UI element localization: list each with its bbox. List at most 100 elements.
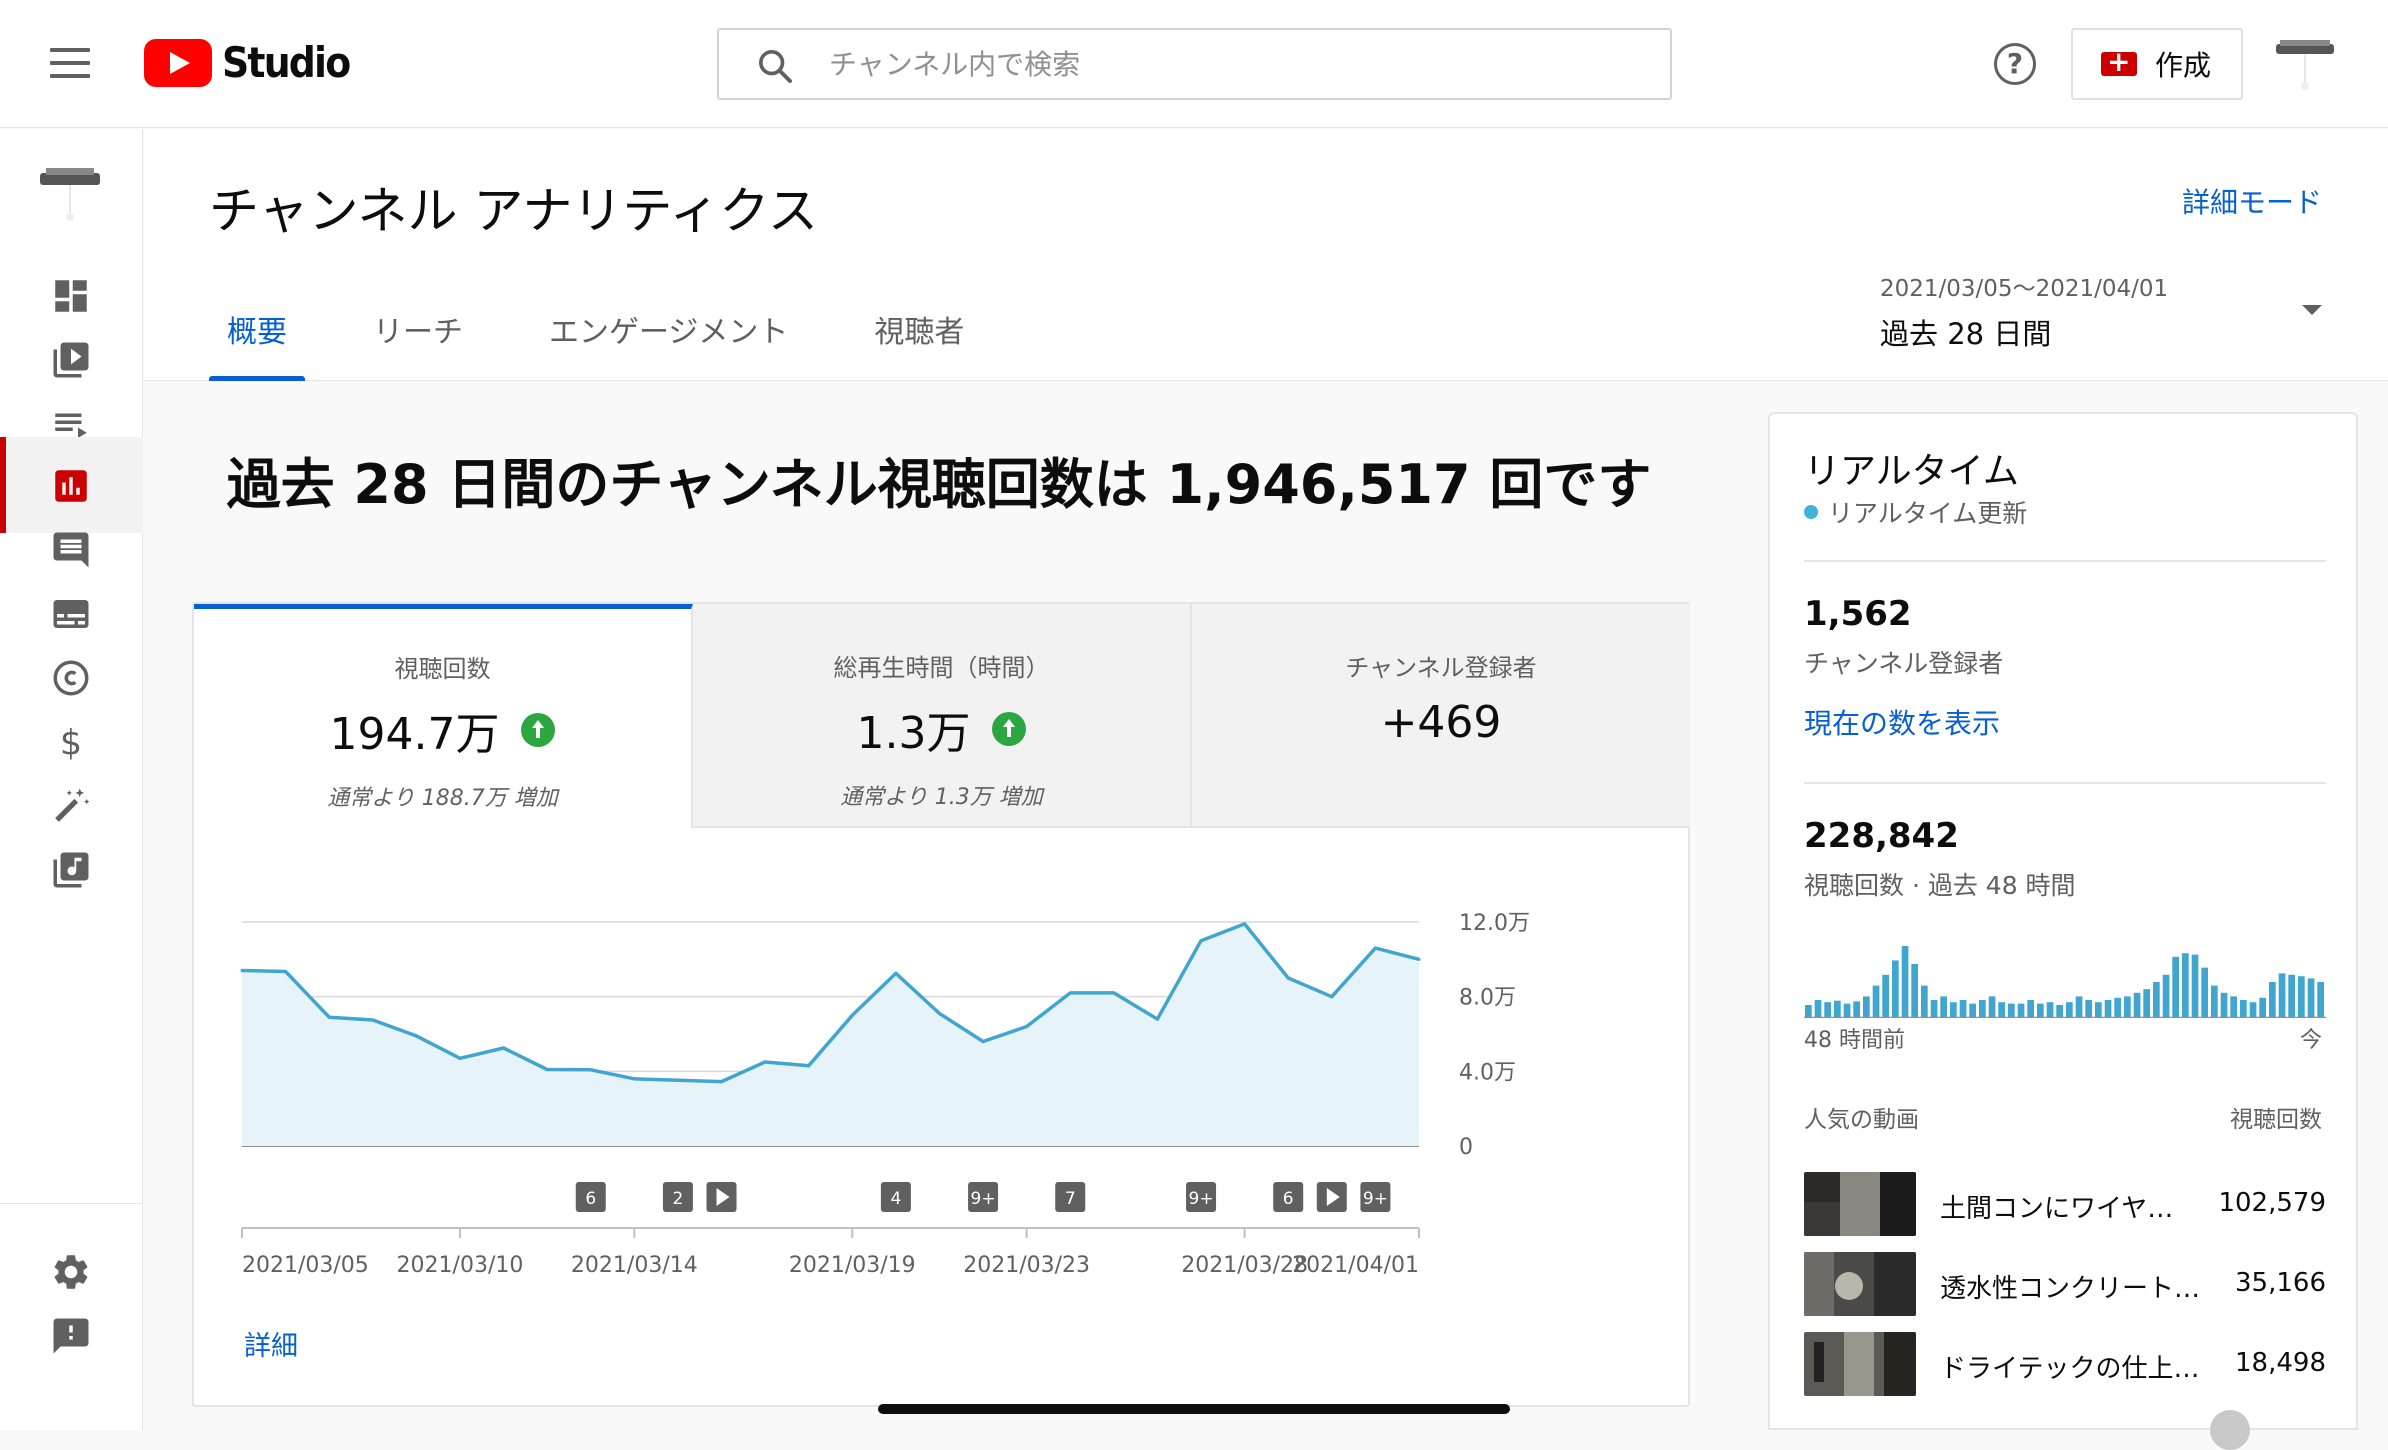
- realtime-bar: [1979, 1000, 1986, 1018]
- date-range-text: 2021/03/05〜2021/04/01: [1880, 276, 2169, 302]
- scrollbar-thumb[interactable]: [2210, 1410, 2250, 1450]
- x-tick-label: 2021/03/05: [242, 1253, 369, 1278]
- data-point: [676, 1078, 680, 1082]
- data-point: [284, 969, 288, 973]
- realtime-bar: [1940, 996, 1947, 1018]
- sidebar-item-feedback[interactable]: [0, 1287, 143, 1383]
- realtime-bar: [2288, 974, 2295, 1018]
- data-point: [589, 1068, 593, 1072]
- upload-marker-count: 9+: [1363, 1189, 1388, 1209]
- data-point: [545, 1067, 549, 1071]
- date-range-selector[interactable]: 2021/03/05〜2021/04/01 過去 28 日間: [1880, 269, 2340, 353]
- realtime-bar: [1921, 985, 1928, 1018]
- analytics-tabs: 概要 リーチ エンゲージメント 視聴者: [209, 307, 1032, 381]
- realtime-bar: [1911, 964, 1918, 1018]
- data-point: [1330, 995, 1334, 999]
- data-point: [458, 1056, 462, 1060]
- show-current-count-link[interactable]: 現在の数を表示: [1804, 702, 2000, 742]
- youtube-logo-icon: [144, 38, 212, 87]
- realtime-bar: [1834, 1000, 1841, 1018]
- x-tick-label: 2021/03/19: [789, 1253, 916, 1278]
- realtime-bar: [1843, 1003, 1851, 1018]
- video-title: 透水性コンクリート…: [1940, 1274, 2201, 1304]
- realtime-bar: [2104, 1000, 2112, 1018]
- realtime-bar: [2162, 974, 2170, 1018]
- realtime-bar: [2211, 985, 2218, 1018]
- tab-audience[interactable]: 視聴者: [856, 307, 982, 381]
- music-library-icon: [53, 852, 89, 888]
- realtime-bar: [1882, 974, 1889, 1018]
- realtime-bar: [2095, 1002, 2102, 1018]
- y-tick-label: 12.0万: [1459, 911, 1530, 936]
- tab-overview[interactable]: 概要: [209, 307, 305, 381]
- date-range-label: 過去 28 日間: [1880, 317, 2052, 351]
- upload-marker-count: 4: [890, 1189, 901, 1209]
- video-thumbnail: [1804, 1252, 1916, 1316]
- data-point: [807, 1064, 811, 1068]
- realtime-bar: [1805, 1005, 1812, 1018]
- see-more-link[interactable]: 詳細: [244, 1324, 298, 1363]
- views-header: 視聴回数: [2230, 1107, 2322, 1133]
- realtime-axis-end: 今: [2299, 1028, 2322, 1053]
- account-avatar[interactable]: [2272, 36, 2338, 92]
- divider: [1804, 782, 2326, 784]
- create-video-icon: [2101, 45, 2137, 78]
- realtime-bar: [1930, 1000, 1938, 1018]
- sidebar-item-audio-library[interactable]: [0, 821, 143, 917]
- realtime-bar: [2124, 996, 2131, 1018]
- data-point: [240, 969, 244, 973]
- live-dot-icon: [1804, 505, 1818, 519]
- realtime-bar: [2269, 982, 2276, 1018]
- views-chart: 12.0万 8.0万 4.0万 0 6 2 4 9+ 7 9+ 6 9+ 2021/03/05 2021/…: [240, 911, 1530, 1278]
- top-video-row[interactable]: 透水性コンクリート… 35,166: [1804, 1252, 2326, 1316]
- data-point: [502, 1046, 506, 1050]
- search-input[interactable]: [829, 30, 1649, 98]
- realtime-bar: [2114, 997, 2121, 1018]
- realtime-bar: [1872, 985, 1880, 1018]
- channel-avatar[interactable]: [36, 163, 104, 223]
- realtime-subtitle: リアルタイム更新: [1804, 494, 2027, 530]
- x-tick-label: 2021/04/01: [1292, 1253, 1419, 1278]
- data-point: [1068, 991, 1072, 995]
- realtime-bar: [2075, 996, 2083, 1018]
- top-video-row[interactable]: 土間コンにワイヤ… 102,579: [1804, 1172, 2326, 1236]
- realtime-bar: [2172, 956, 2179, 1018]
- chevron-down-icon[interactable]: [2302, 305, 2322, 315]
- realtime-bar: [2153, 982, 2160, 1018]
- create-button[interactable]: 作成: [2071, 28, 2243, 100]
- realtime-bar: [2249, 1002, 2257, 1018]
- realtime-subtitle-text: リアルタイム更新: [1828, 499, 2028, 528]
- realtime-bar: [1988, 996, 1996, 1018]
- overview-headline: 過去 28 日間のチャンネル視聴回数は 1,946,517 回です: [226, 453, 1652, 516]
- top-video-row[interactable]: ドライテックの仕上… 18,498: [1804, 1332, 2326, 1396]
- realtime-bar: [2220, 992, 2228, 1018]
- realtime-bar: [2201, 967, 2208, 1018]
- advanced-mode-link[interactable]: 詳細モード: [2182, 181, 2322, 221]
- realtime-bar: [2230, 996, 2237, 1018]
- search-icon: [759, 50, 792, 83]
- upload-marker-count: 2: [673, 1189, 684, 1209]
- data-point: [1286, 976, 1290, 980]
- data-point: [1417, 957, 1421, 961]
- video-views: 102,579: [2218, 1188, 2326, 1218]
- video-title: 土間コンにワイヤ…: [1940, 1194, 2174, 1224]
- tab-engagement[interactable]: エンゲージメント: [531, 307, 806, 381]
- realtime-bar: [2085, 1000, 2092, 1018]
- analytics-header: チャンネル アナリティクス 詳細モード 概要 リーチ エンゲージメント 視聴者 …: [144, 129, 2388, 381]
- realtime-bar: [2182, 953, 2189, 1018]
- tab-reach[interactable]: リーチ: [355, 307, 481, 381]
- data-point: [632, 1077, 636, 1081]
- data-point: [414, 1034, 418, 1038]
- help-icon[interactable]: ?: [1994, 43, 2036, 85]
- realtime-bar: [2259, 997, 2266, 1018]
- realtime-subscribers-caption: チャンネル登録者: [1804, 649, 2004, 678]
- upload-marker-count: 6: [585, 1189, 596, 1209]
- hamburger-menu-icon[interactable]: [50, 48, 90, 78]
- search-box[interactable]: [717, 28, 1672, 100]
- studio-logo[interactable]: Studio: [144, 38, 364, 87]
- data-point: [1373, 946, 1377, 950]
- realtime-bar: [2066, 1002, 2073, 1018]
- video-views: 35,166: [2235, 1268, 2326, 1298]
- realtime-bar: [1814, 1000, 1822, 1018]
- realtime-bar: [2191, 954, 2199, 1018]
